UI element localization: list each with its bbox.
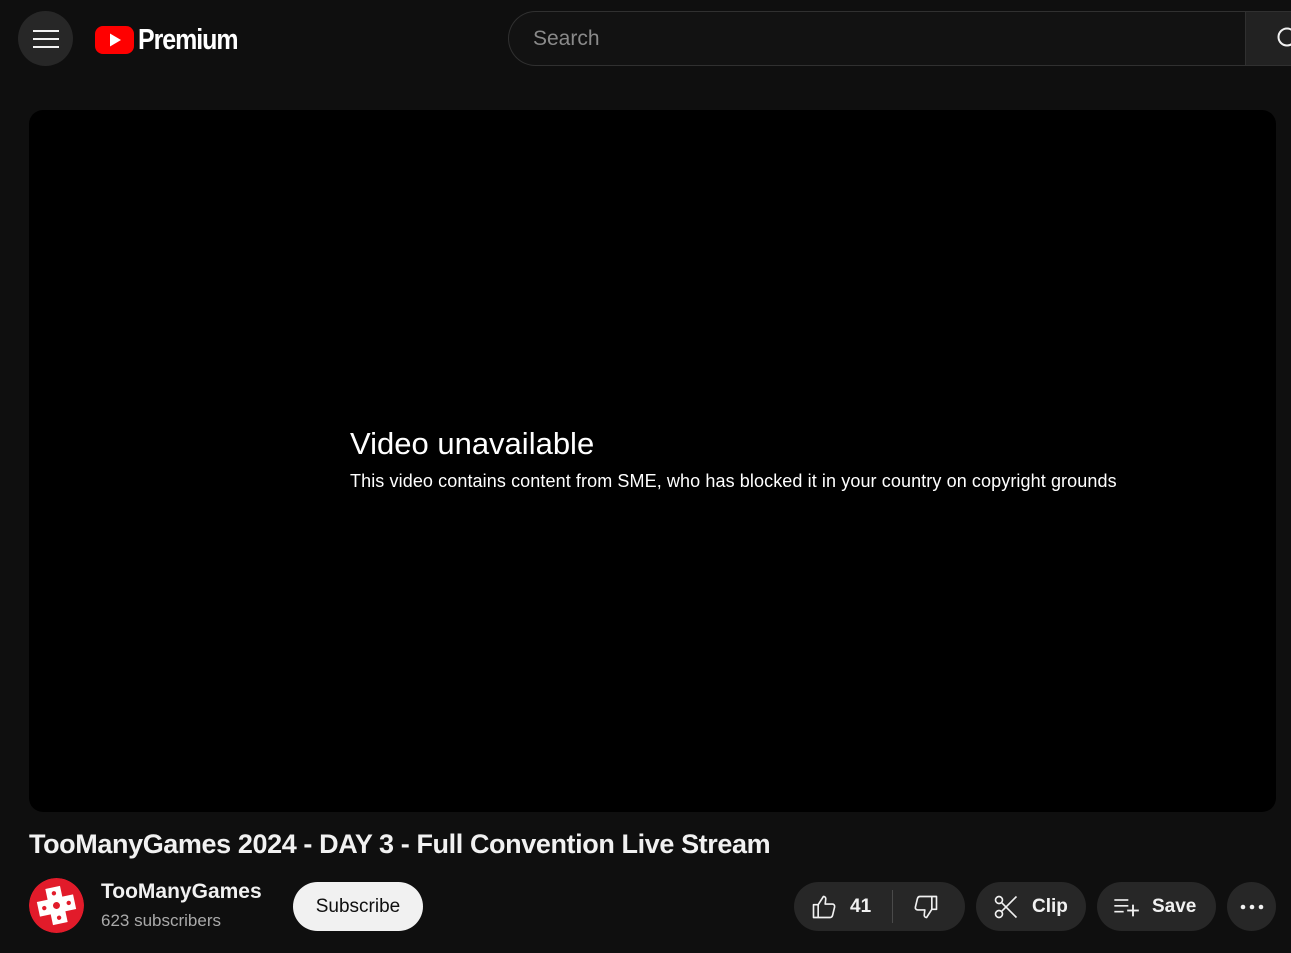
- thumbs-up-icon: [812, 895, 836, 918]
- dislike-button[interactable]: [893, 882, 965, 931]
- logo-text: Premium: [138, 23, 239, 56]
- channel-name[interactable]: TooManyGames: [101, 880, 262, 904]
- youtube-play-icon: [95, 26, 134, 54]
- masthead: Premium: [0, 0, 1291, 78]
- scissors-icon: [994, 895, 1018, 918]
- clip-button[interactable]: Clip: [976, 882, 1086, 931]
- more-actions-button[interactable]: [1227, 882, 1276, 931]
- like-button[interactable]: 41: [794, 882, 892, 931]
- youtube-premium-logo[interactable]: Premium: [95, 24, 254, 56]
- search-icon: [1277, 27, 1291, 46]
- save-button[interactable]: Save: [1097, 882, 1216, 931]
- subscribe-button[interactable]: Subscribe: [293, 882, 423, 931]
- player-error-title: Video unavailable: [350, 426, 595, 461]
- search-input[interactable]: [531, 25, 1248, 52]
- like-count: 41: [850, 895, 872, 917]
- save-label: Save: [1152, 895, 1197, 917]
- video-player[interactable]: Video unavailable This video contains co…: [29, 110, 1276, 812]
- clip-label: Clip: [1032, 895, 1068, 917]
- hamburger-icon: [32, 29, 59, 48]
- channel-avatar[interactable]: [29, 878, 84, 933]
- thumbs-down-icon: [914, 895, 938, 918]
- subscriber-count: 623 subscribers: [101, 911, 222, 930]
- player-error-message: This video contains content from SME, wh…: [350, 471, 1117, 491]
- playlist-add-icon: [1114, 898, 1139, 916]
- search-box[interactable]: [508, 11, 1248, 66]
- channel-logo-icon: [29, 878, 84, 933]
- like-dislike-group: 41: [794, 882, 965, 931]
- search-button[interactable]: [1245, 11, 1291, 66]
- video-title: TooManyGames 2024 - DAY 3 - Full Convent…: [29, 829, 771, 859]
- more-horizontal-icon: [1240, 904, 1263, 909]
- guide-menu-button[interactable]: [18, 11, 73, 66]
